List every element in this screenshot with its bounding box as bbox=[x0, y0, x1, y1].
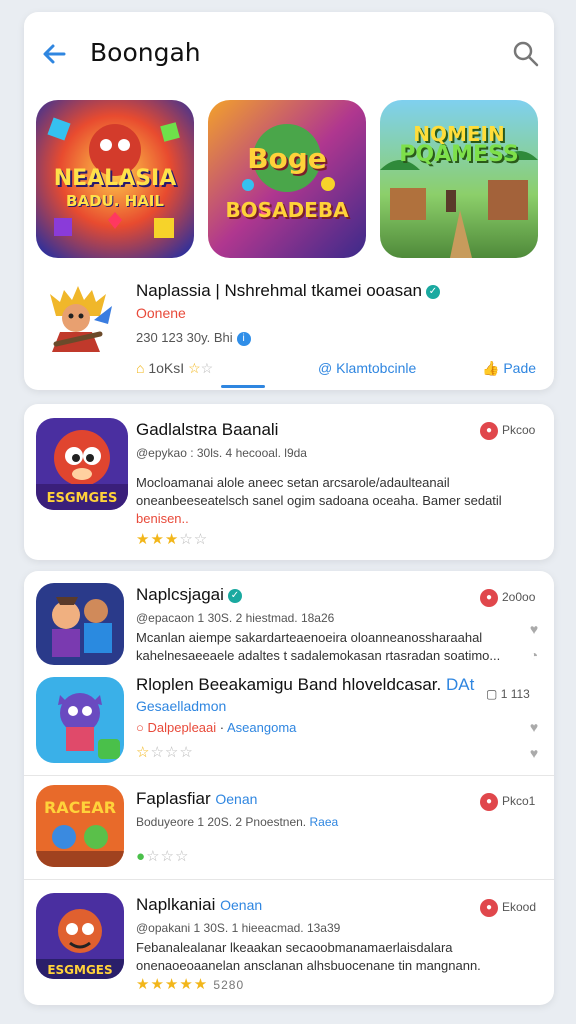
badge-5[interactable]: ● Ekood bbox=[480, 899, 536, 917]
rating-stars-4: ●☆☆☆ bbox=[136, 848, 190, 865]
app-name-4[interactable]: Faplasfiar Oenan bbox=[136, 789, 257, 809]
app-meta-2: @epacaon 1 30S. 2 hiestmad. 18a26 bbox=[136, 611, 335, 625]
banner-game-3[interactable]: NQMEIN PQAMESS bbox=[380, 100, 538, 258]
record-icon: ● bbox=[480, 422, 498, 440]
rating-action[interactable]: ⌂ 1oKsI ☆☆ bbox=[136, 360, 213, 377]
badge-1[interactable]: ● Pkcoo bbox=[480, 422, 535, 440]
app-alt-3: ○ Dalpepleaai · Aseangoma bbox=[136, 720, 297, 735]
featured-action-bar: ⌂ 1oKsI ☆☆ @ Klamtobcinle 👍 Pade bbox=[24, 352, 554, 388]
svg-text:ESGMGES: ESGMGES bbox=[47, 963, 112, 977]
rating-stars-5: ★★★★★ 5280 bbox=[136, 976, 245, 993]
tab-indicator bbox=[221, 385, 265, 388]
app-name-2[interactable]: Naplcsjagai ✓ bbox=[136, 585, 242, 605]
share-icon[interactable]: ◔ bbox=[526, 647, 542, 663]
app-header: Boongah bbox=[24, 12, 554, 94]
banner-subtitle-3: PQAMESS bbox=[399, 142, 519, 167]
back-arrow-icon[interactable] bbox=[38, 38, 70, 70]
badge-4[interactable]: ● Pkco1 bbox=[480, 793, 535, 811]
app-icon-2[interactable] bbox=[36, 583, 124, 665]
community-action[interactable]: @ Klamtobcinle bbox=[318, 360, 416, 376]
banner-game-2[interactable]: Boge BOSADEBA bbox=[208, 100, 366, 258]
heart-icon[interactable]: ♥ bbox=[526, 621, 542, 637]
app-desc-5: Febanalealanar lkeaakan secaoobmanamaerl… bbox=[136, 940, 481, 973]
app-name-5[interactable]: Naplkaniai Oenan bbox=[136, 895, 262, 915]
record-icon: ● bbox=[480, 793, 498, 811]
app-meta-4: Boduyeore 1 20S. 2 Pnoestnen. Raea bbox=[136, 815, 339, 829]
verified-icon: ✓ bbox=[227, 588, 242, 603]
thumbs-up-icon: 👍 bbox=[482, 360, 500, 376]
featured-character-icon bbox=[36, 274, 120, 358]
app-name-3[interactable]: Rloplen Beeakamigu Band hloveldcasar. DA… bbox=[136, 675, 474, 695]
svg-text:RACEAR: RACEAR bbox=[44, 798, 116, 817]
featured-card: Boongah NEALASIA BADU. HAIL Boge BOSADEB… bbox=[24, 12, 554, 390]
banner-subtitle-2: BOSADEBA bbox=[225, 198, 349, 222]
app-name-1[interactable]: Gadlalstʀa Baanali bbox=[136, 420, 278, 440]
app-card-1[interactable]: ESGMGES Gadlalstʀa Baanali @epykao : 30l… bbox=[24, 404, 554, 560]
badge-2[interactable]: ● 2o0oo bbox=[480, 589, 535, 607]
banner-title-1: NEALASIA bbox=[53, 166, 177, 191]
featured-meta: 230 123 30y. Bhi i bbox=[136, 330, 251, 346]
home-icon: ⌂ bbox=[136, 360, 145, 376]
featured-title[interactable]: Naplassia | Nshrehmal tkamei ooasan ✓ bbox=[136, 281, 440, 301]
app-desc-2: Mcanlan aiempe sakardarteaenoeira oloann… bbox=[136, 630, 501, 663]
info-icon: i bbox=[236, 331, 251, 346]
record-icon: ● bbox=[480, 589, 498, 607]
page-title: Boongah bbox=[90, 38, 201, 67]
at-icon: @ bbox=[318, 360, 333, 376]
star-empty-icon: ☆ bbox=[200, 360, 214, 376]
app-icon-3[interactable] bbox=[36, 677, 124, 763]
heart-icon[interactable]: ♥ bbox=[526, 719, 542, 735]
star-icon: ☆ bbox=[188, 360, 201, 376]
count-3: ▢ 1 113 bbox=[486, 687, 530, 701]
app-sub-3: Gesaelladmon bbox=[136, 698, 227, 714]
banner-game-1[interactable]: NEALASIA BADU. HAIL bbox=[36, 100, 194, 258]
app-icon-5[interactable]: ESGMGES bbox=[36, 893, 124, 979]
app-desc-1: Mocloamanai alole aneec setan arcsarole/… bbox=[136, 475, 502, 508]
divider bbox=[24, 775, 554, 776]
banner-subtitle-1: BADU. HAIL bbox=[66, 192, 164, 210]
app-meta-1: @epykao : 30ls. 4 hecooal. l9da bbox=[136, 446, 307, 460]
app-list-card: Naplcsjagai ✓ @epacaon 1 30S. 2 hiestmad.… bbox=[24, 571, 554, 1005]
box-icon: ▢ bbox=[486, 687, 498, 701]
app-icon-1[interactable]: ESGMGES bbox=[36, 418, 128, 510]
app-meta-5: @opakani 1 30S. 1 hieeacmad. 13a39 bbox=[136, 921, 341, 935]
rating-stars-3: ☆☆☆☆ bbox=[136, 744, 194, 761]
search-icon[interactable] bbox=[510, 38, 542, 70]
divider bbox=[24, 879, 554, 880]
pade-action[interactable]: 👍 Pade bbox=[482, 360, 536, 377]
banner-title-2: Boge bbox=[247, 142, 327, 175]
circle-icon: ○ bbox=[136, 720, 144, 735]
read-more-link[interactable]: benisen.. bbox=[136, 510, 189, 528]
svg-text:ESGMGES: ESGMGES bbox=[47, 491, 118, 506]
app-icon-4[interactable]: RACEAR bbox=[36, 785, 124, 867]
heart-icon[interactable]: ♥ bbox=[526, 745, 542, 761]
verified-icon: ✓ bbox=[426, 284, 440, 299]
rating-stars-1: ★★★☆☆ bbox=[136, 531, 209, 548]
record-icon: ● bbox=[480, 899, 498, 917]
featured-subtitle: Oonene bbox=[136, 305, 186, 321]
